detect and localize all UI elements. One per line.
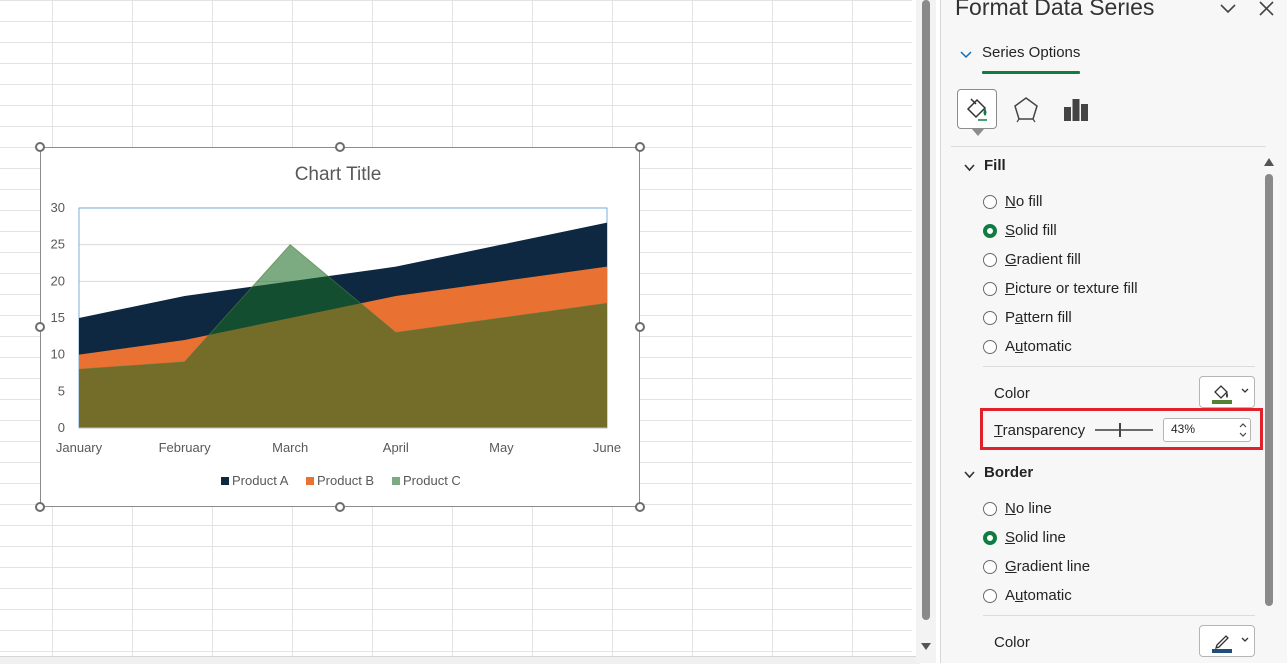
radio-label: Pattern fill	[1005, 309, 1072, 326]
x-tick-label: May	[489, 440, 514, 455]
pane-title: Format Data Series	[955, 0, 1155, 20]
resize-handle-bottom[interactable]	[335, 502, 345, 512]
area-chart[interactable]: Chart Title 0 5 10 15 20 25 30 January February Ma…	[41, 148, 641, 508]
radio-label: Picture or texture fill	[1005, 280, 1138, 297]
pane-scroll-thumb[interactable]	[1265, 174, 1273, 606]
effects-icon	[1014, 97, 1038, 123]
radio-selected[interactable]	[983, 224, 997, 238]
tab-series-options-label: Series Options	[982, 44, 1081, 61]
border-section-label: Border	[984, 464, 1034, 481]
x-tick-label: February	[159, 440, 212, 455]
legend-entry: Product A	[232, 473, 289, 488]
close-icon[interactable]	[1255, 0, 1277, 20]
format-data-series-pane: Format Data Series Series Options Fill N…	[940, 0, 1287, 663]
chevron-down-icon	[960, 51, 972, 59]
transparency-label: Transparency	[994, 422, 1086, 439]
resize-handle-top-right[interactable]	[635, 142, 645, 152]
transparency-slider-thumb[interactable]	[1119, 423, 1121, 437]
radio-unselected[interactable]	[983, 340, 997, 354]
x-tick-label: June	[593, 440, 621, 455]
x-tick-label: January	[56, 440, 103, 455]
x-tick-label: April	[383, 440, 409, 455]
radio-label: Solid fill	[1005, 222, 1057, 239]
radio-unselected[interactable]	[983, 311, 997, 325]
radio-label: Solid line	[1005, 529, 1066, 546]
radio-unselected[interactable]	[983, 589, 997, 603]
radio-unselected[interactable]	[983, 253, 997, 267]
resize-handle-right[interactable]	[635, 322, 645, 332]
sheet-scroll-thumb[interactable]	[922, 0, 930, 620]
chart-object[interactable]: Chart Title 0 5 10 15 20 25 30 January February Ma…	[40, 147, 640, 507]
radio-label: No fill	[1005, 193, 1043, 210]
fill-color-label: Color	[994, 385, 1030, 402]
border-color-label: Color	[994, 634, 1030, 651]
radio-unselected[interactable]	[983, 560, 997, 574]
selected-tab-underline	[982, 71, 1080, 74]
y-tick-label: 5	[58, 383, 65, 398]
scroll-down-arrow-icon[interactable]	[921, 643, 931, 650]
series-options-icon	[1064, 99, 1088, 121]
x-tick-label: March	[272, 440, 308, 455]
separator	[983, 615, 1255, 616]
effects-tab[interactable]	[1006, 89, 1046, 129]
radio-label: Gradient line	[1005, 558, 1091, 575]
legend-marker	[392, 477, 400, 485]
spin-down-icon[interactable]	[1238, 430, 1248, 440]
y-tick-label: 30	[51, 200, 65, 215]
transparency-input[interactable]	[1171, 422, 1227, 436]
pane-divider	[951, 146, 1266, 147]
y-tick-label: 20	[51, 273, 65, 288]
fill-line-tab[interactable]	[957, 89, 997, 136]
pane-options-chevron-icon[interactable]	[1217, 0, 1239, 20]
sheet-vertical-scrollbar[interactable]	[916, 0, 936, 663]
radio-selected[interactable]	[983, 531, 997, 545]
y-tick-label: 10	[51, 347, 65, 362]
radio-label: Automatic	[1005, 338, 1072, 355]
chevron-down-icon	[964, 471, 975, 479]
spin-up-icon[interactable]	[1238, 420, 1248, 430]
fill-line-icon	[966, 98, 987, 121]
resize-handle-bottom-left[interactable]	[35, 502, 45, 512]
separator	[983, 366, 1255, 367]
dropdown-chevron-icon	[1241, 637, 1249, 642]
pen-icon	[1212, 635, 1232, 653]
radio-label: Automatic	[1005, 587, 1072, 604]
legend-marker	[306, 477, 314, 485]
resize-handle-top-left[interactable]	[35, 142, 45, 152]
legend-entry: Product B	[317, 473, 374, 488]
tab-pointer	[972, 129, 984, 136]
chevron-down-icon	[964, 164, 975, 172]
radio-unselected[interactable]	[983, 195, 997, 209]
resize-handle-top[interactable]	[335, 142, 345, 152]
resize-handle-left[interactable]	[35, 322, 45, 332]
scroll-up-arrow-icon[interactable]	[1264, 158, 1274, 166]
y-tick-label: 15	[51, 310, 65, 325]
radio-label: Gradient fill	[1005, 251, 1081, 268]
series-options-tab[interactable]	[1056, 89, 1096, 129]
fill-color-picker-button[interactable]	[1199, 376, 1255, 408]
paint-bucket-icon	[1212, 385, 1232, 404]
legend-marker	[221, 477, 229, 485]
radio-label: No line	[1005, 500, 1052, 517]
transparency-slider[interactable]	[1095, 423, 1153, 437]
radio-unselected[interactable]	[983, 502, 997, 516]
dropdown-chevron-icon	[1241, 388, 1249, 393]
legend-entry: Product C	[403, 473, 461, 488]
y-tick-label: 0	[58, 420, 65, 435]
fill-color-swatch	[1212, 400, 1232, 404]
resize-handle-bottom-right[interactable]	[635, 502, 645, 512]
transparency-spinbox[interactable]	[1163, 418, 1251, 442]
border-color-swatch	[1212, 649, 1232, 653]
chart-title: Chart Title	[295, 164, 382, 185]
radio-unselected[interactable]	[983, 282, 997, 296]
border-color-picker-button[interactable]	[1199, 625, 1255, 657]
y-tick-label: 25	[51, 237, 65, 252]
pane-scrollbar[interactable]	[1263, 156, 1275, 656]
fill-section-label: Fill	[984, 157, 1006, 174]
